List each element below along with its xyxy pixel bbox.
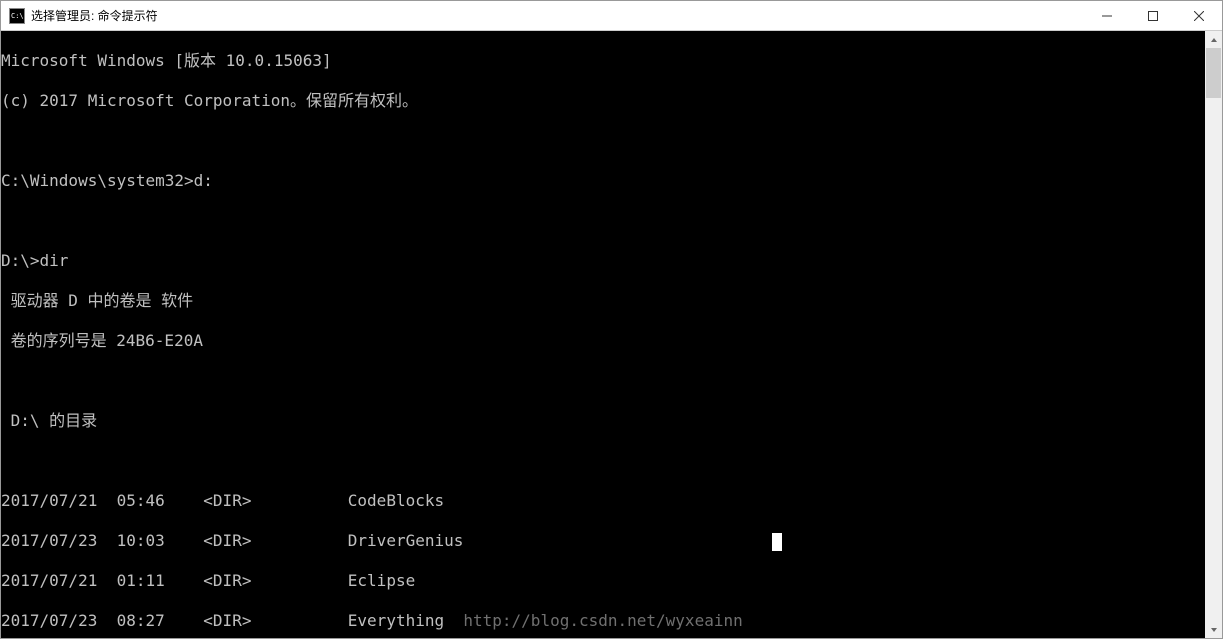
scroll-down-button[interactable] (1205, 621, 1222, 638)
output-line: Microsoft Windows [版本 10.0.15063] (1, 51, 1205, 71)
cmd-icon: C:\ (9, 8, 25, 24)
output-line: (c) 2017 Microsoft Corporation。保留所有权利。 (1, 91, 1205, 111)
scroll-thumb[interactable] (1206, 48, 1221, 98)
selection-cursor (772, 533, 782, 551)
minimize-button[interactable] (1084, 1, 1130, 30)
window-title: 选择管理员: 命令提示符 (31, 7, 158, 24)
vertical-scrollbar[interactable] (1205, 31, 1222, 638)
client-area: Microsoft Windows [版本 10.0.15063] (c) 20… (1, 31, 1222, 638)
blank-line (1, 131, 1205, 151)
output-line: 驱动器 D 中的卷是 软件 (1, 291, 1205, 311)
cmd-window: C:\ 选择管理员: 命令提示符 Microsoft Windows [版本 1… (0, 0, 1223, 639)
prompt-path: D:\> (1, 251, 40, 271)
dir-entry: 2017/07/23 08:27 <DIR> Everything http:/… (1, 611, 1205, 631)
dir-entry-text: 2017/07/23 10:03 <DIR> DriverGenius (1, 531, 463, 550)
prompt-path: C:\Windows\system32> (1, 171, 194, 191)
dir-entry: 2017/07/21 01:11 <DIR> Eclipse (1, 571, 1205, 591)
prompt-command: dir (40, 251, 69, 271)
terminal-area[interactable]: Microsoft Windows [版本 10.0.15063] (c) 20… (1, 31, 1205, 638)
prompt-line: D:\>dir (1, 251, 1205, 271)
output-line: 卷的序列号是 24B6-E20A (1, 331, 1205, 351)
window-controls (1084, 1, 1222, 30)
maximize-button[interactable] (1130, 1, 1176, 30)
blank-line (1, 371, 1205, 391)
blank-line (1, 451, 1205, 471)
blank-line (1, 211, 1205, 231)
dir-entry: 2017/07/23 10:03 <DIR> DriverGenius (1, 531, 1205, 551)
dir-entry: 2017/07/21 05:46 <DIR> CodeBlocks (1, 491, 1205, 511)
titlebar[interactable]: C:\ 选择管理员: 命令提示符 (1, 1, 1222, 31)
watermark-text: http://blog.csdn.net/wyxeainn (444, 611, 743, 630)
close-button[interactable] (1176, 1, 1222, 30)
prompt-command: d: (194, 171, 213, 191)
output-line: D:\ 的目录 (1, 411, 1205, 431)
dir-entry-text: 2017/07/23 08:27 <DIR> Everything (1, 611, 444, 630)
prompt-line: C:\Windows\system32>d: (1, 171, 1205, 191)
svg-text:C:\: C:\ (11, 12, 24, 20)
scroll-up-button[interactable] (1205, 31, 1222, 48)
